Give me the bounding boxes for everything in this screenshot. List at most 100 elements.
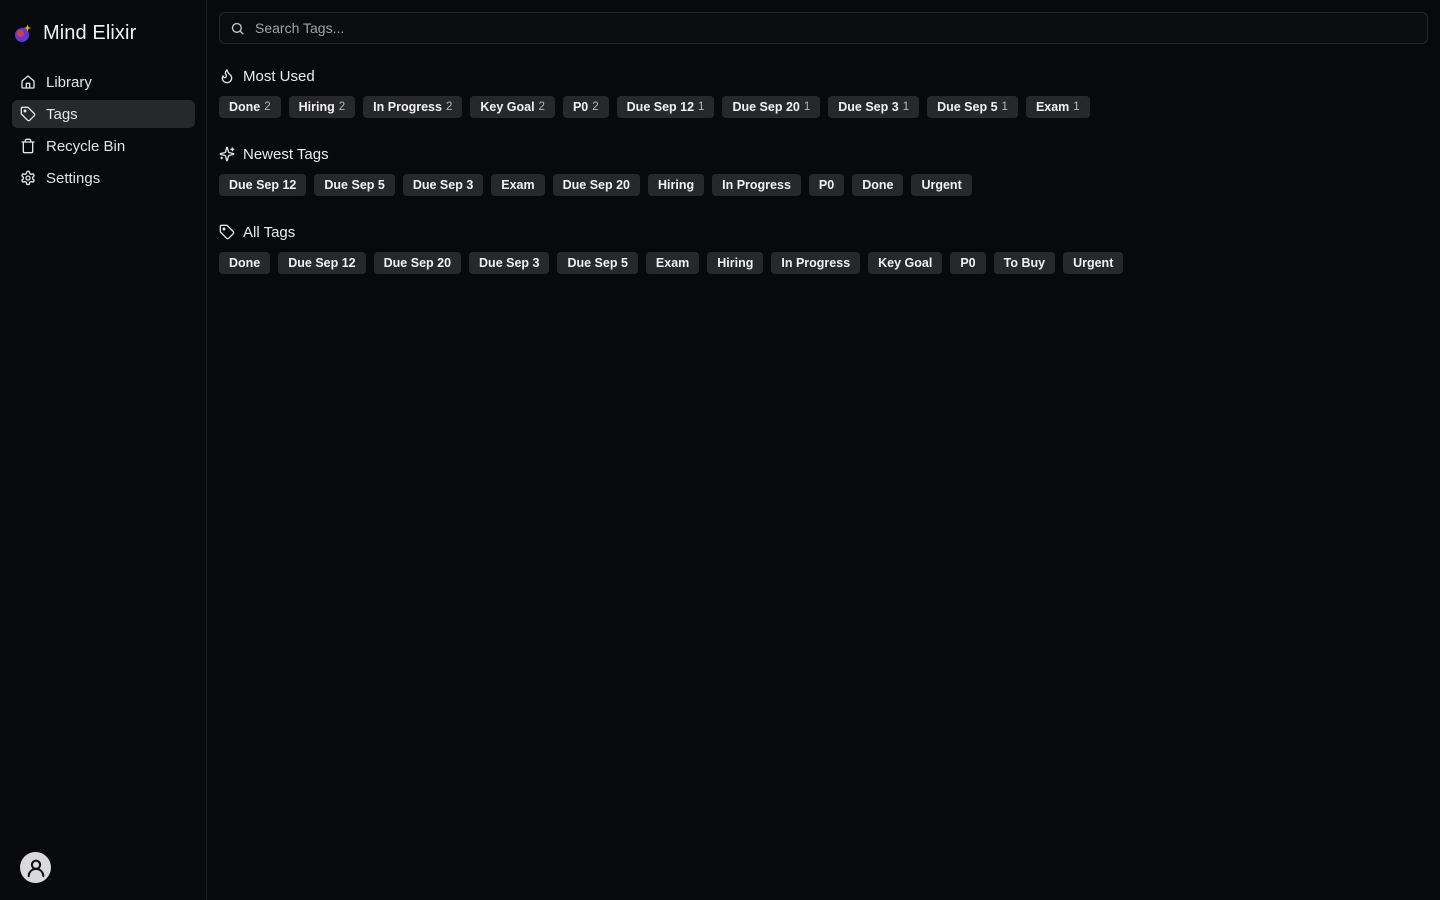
tag-label: Exam [655,256,690,270]
tag-count: 2 [592,101,599,113]
tag-chip[interactable]: Exam [645,252,700,274]
tag-count: 1 [698,101,705,113]
tag-label: Due Sep 20 [562,178,631,192]
tag-count: 2 [338,101,346,113]
tag-chip[interactable]: Urgent [911,174,972,196]
tag-chip[interactable]: Hiring 2 [288,96,356,118]
tag-count: 1 [902,101,910,113]
tag-label: Exam [501,178,535,192]
sparkles-icon [219,146,235,162]
section-header: Newest Tags [219,144,1428,164]
tag-chip[interactable]: Due Sep 5 [314,174,395,196]
tag-chip[interactable]: Key Goal 2 [470,96,555,118]
sidebar-item-label: Recycle Bin [46,137,126,155]
tag-label: Due Sep 5 [324,178,385,192]
tag-chip[interactable]: To Buy [993,252,1056,274]
tag-label: Due Sep 5 [567,256,628,270]
tag-chip[interactable]: Due Sep 12 [219,174,307,196]
tag-chip[interactable]: Due Sep 20 [373,252,462,274]
tag-list: Done 2 Hiring 2 In Progress 2 Key Goal 2 P0 2 Due … [219,96,1428,118]
tag-chip[interactable]: Exam [491,174,545,196]
tag-label: Urgent [921,178,962,192]
tag-chip[interactable]: Urgent [1063,252,1124,274]
trash-icon [21,138,35,154]
mind-elixir-logo-icon [15,24,32,42]
main-content: Most Used Done2Hiring2In Progress2Key Go… [207,0,1440,900]
tag-chip[interactable]: Due Sep 5 [557,252,638,274]
gear-icon [21,170,35,186]
newest-tags-section: Newest Tags Due Sep 12 Due Sep 5 Due Sep 3… [219,144,1428,196]
tag-count: 1 [803,101,811,113]
search-bar[interactable] [219,12,1428,44]
tag-chip[interactable]: Due Sep 12 1 [616,96,715,118]
section-header: All Tags [219,222,1428,242]
tag-label: Done [229,256,261,270]
tag-chip[interactable]: Due Sep 51 [927,96,1018,118]
tag-chip[interactable]: Due Sep 20 1 [722,96,821,118]
tag-chip[interactable]: Done 2 [219,96,281,118]
sidebar: Mind Elixir Library Tags Recycle Bin Set… [0,0,207,900]
tag-label: Urgent [1073,256,1114,270]
tag-label: Due Sep 12 [626,100,695,114]
tag-chip[interactable]: Done [219,252,271,274]
tag-label: Due Sep 12 [288,256,356,270]
tag-chip[interactable]: P0 [950,252,986,274]
flame-icon [221,69,233,84]
sidebar-item-tags[interactable]: Tags [12,100,195,128]
tag-chip[interactable]: P0 2 [562,96,609,118]
tag-chip[interactable]: P0 [808,174,845,196]
tag-label: Due Sep 12 [229,178,297,192]
sidebar-item-label: Settings [46,169,101,187]
tag-chip[interactable]: Exam 1 [1025,96,1090,118]
tag-label: In Progress [781,256,851,270]
section-header: Most Used [219,66,1428,86]
tag-count: 1 [1073,101,1080,113]
app-name: Mind Elixir [43,21,137,44]
sidebar-item-settings[interactable]: Settings [12,164,195,192]
tag-label: P0 [960,256,976,270]
tag-count: 2 [538,101,545,113]
tag-label: Hiring [298,100,335,114]
tag-chip[interactable]: Hiring [707,252,764,274]
tag-chip[interactable]: Hiring [648,174,705,196]
tag-chip[interactable]: Due Sep 31 [828,96,920,118]
tag-chip[interactable]: Due Sep 3 [469,252,550,274]
sidebar-item-library[interactable]: Library [12,68,195,96]
tag-label: Done [229,100,261,114]
user-icon [27,859,44,877]
tag-label: Key Goal [480,100,535,114]
tag-chip[interactable]: Due Sep 20 [552,174,641,196]
sidebar-item-label: Library [46,73,92,91]
brand[interactable]: Mind Elixir [0,0,206,46]
sidebar-nav: Library Tags Recycle Bin Settings [0,68,206,192]
tag-chip[interactable]: In Progress 2 [363,96,463,118]
tag-label: P0 [818,178,835,192]
section-title: All Tags [243,223,296,241]
all-tags-section: All Tags Done Due Sep 12 Due Sep 20 Due Sep… [219,222,1428,274]
search-input[interactable] [253,19,1417,37]
tag-count: 2 [264,101,271,113]
tag-chip[interactable]: Due Sep 3 [402,174,484,196]
tag-chip[interactable]: Done [852,174,904,196]
section-title: Most Used [243,67,315,85]
search-icon [231,22,244,34]
tag-label: Hiring [717,256,754,270]
section-title: Newest Tags [243,145,329,163]
tag-label: Exam [1035,100,1070,114]
tag-label: Done [862,178,894,192]
tag-label: Hiring [658,178,695,192]
home-icon [21,75,35,89]
tag-chip[interactable]: In Progress [771,252,861,274]
user-avatar[interactable] [20,852,51,883]
sidebar-item-recycle-bin[interactable]: Recycle Bin [12,132,195,160]
tag-label: Due Sep 5 [937,100,998,114]
tag-chip[interactable]: Key Goal [868,252,943,274]
most-used-section: Most Used Done 2 Hiring 2 In Progress 2 Key Go… [219,66,1428,118]
tag-label: P0 [572,100,589,114]
tag-label: To Buy [1003,256,1046,270]
tag-chip[interactable]: Due Sep 12 [278,252,366,274]
tag-label: Due Sep 3 [412,178,474,192]
tag-label: Due Sep 3 [838,100,899,114]
tag-label: Due Sep 20 [732,100,800,114]
tag-chip[interactable]: In Progress [712,174,801,196]
